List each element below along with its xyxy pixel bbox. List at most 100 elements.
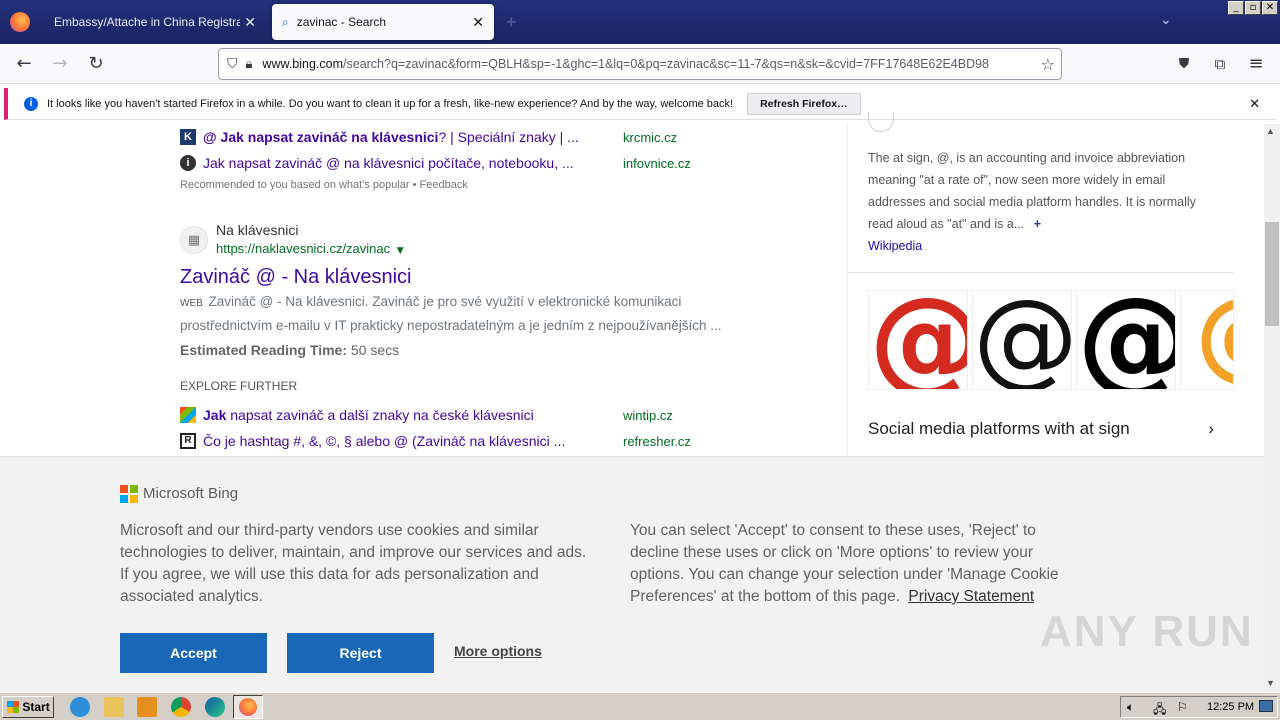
- network-icon[interactable]: 🖧: [1153, 700, 1166, 721]
- site-favicon-icon: ▦: [180, 226, 208, 254]
- firefox-menu-icon[interactable]: [10, 12, 30, 32]
- firefox-icon: [239, 698, 257, 716]
- privacy-statement-link[interactable]: Privacy Statement: [908, 588, 1034, 605]
- internet-explorer-icon[interactable]: [70, 697, 90, 717]
- chrome-icon[interactable]: [171, 697, 191, 717]
- nav-bar: ← → ↻ ⛉ 🔒︎ www.bing.com /search?q=zavina…: [0, 44, 1280, 84]
- site-name: Na klávesnici: [216, 222, 299, 238]
- close-tab-icon[interactable]: ✕: [244, 14, 256, 31]
- microsoft-logo-icon: [120, 485, 138, 503]
- result-link-rest: napsat zavináč a další znaky na české kl…: [226, 407, 534, 423]
- related-topic-link[interactable]: Social media platforms with at sign ›: [868, 419, 1214, 439]
- info-circle-icon: i: [180, 155, 196, 171]
- lock-icon[interactable]: 🔒︎: [246, 57, 253, 72]
- wikipedia-link[interactable]: Wikipedia: [868, 239, 922, 253]
- folder-icon[interactable]: [104, 697, 124, 717]
- start-label: Start: [22, 700, 50, 714]
- clock[interactable]: 12:25 PM: [1207, 701, 1254, 713]
- site-url[interactable]: https://naklavesnici.cz/zavinac ▼: [216, 241, 404, 256]
- refresh-firefox-button[interactable]: Refresh Firefox…: [747, 92, 861, 115]
- reading-time: Estimated Reading Time: 50 secs: [180, 342, 399, 358]
- result-source: infovnice.cz: [623, 156, 691, 171]
- panel-divider: [848, 272, 1234, 273]
- firefox-taskbar-button[interactable]: [233, 695, 263, 719]
- forward-arrow-icon[interactable]: →: [48, 52, 72, 76]
- brand-name: Microsoft Bing: [143, 485, 239, 502]
- reading-time-value: 50 secs: [350, 342, 400, 358]
- reject-button[interactable]: Reject: [287, 633, 434, 673]
- panel-description-text: The at sign, @, is an accounting and inv…: [868, 151, 1196, 231]
- maximize-button[interactable]: ▫: [1245, 1, 1261, 15]
- close-icon[interactable]: ✕: [1249, 96, 1260, 112]
- expand-plus-icon[interactable]: +: [1034, 217, 1041, 231]
- result-link[interactable]: Jak napsat zavináč @ na klávesnici počít…: [203, 155, 574, 171]
- start-button[interactable]: Start: [2, 696, 54, 718]
- hamburger-menu-icon[interactable]: ≡: [1244, 52, 1268, 76]
- snippet-line-2: prostřednictvím e-mailu v IT prakticky n…: [180, 318, 722, 333]
- result-snippet: WEB Zavináč @ - Na klávesnici. Zavináč j…: [180, 291, 780, 337]
- result-link[interactable]: Jak napsat zavináč a další znaky na česk…: [203, 407, 534, 423]
- accept-button[interactable]: Accept: [120, 633, 267, 673]
- wintip-favicon-icon: [180, 407, 196, 423]
- tab-zavinac-search[interactable]: ⌕ zavinac - Search ✕: [272, 4, 494, 40]
- result-link-rest: Čo je hashtag #, &, ©, § alebo @ (Zaviná…: [203, 433, 566, 449]
- close-tab-icon[interactable]: ✕: [472, 14, 484, 31]
- related-topic-label: Social media platforms with at sign: [868, 419, 1130, 438]
- extensions-icon[interactable]: ⧉: [1208, 52, 1232, 76]
- url-bar[interactable]: ⛉ 🔒︎ www.bing.com /search?q=zavinac&form…: [218, 48, 1062, 80]
- result-link-bold: @ Jak napsat zavináč na klávesnici: [203, 129, 439, 145]
- page-scrollbar[interactable]: ▲ ▼: [1264, 124, 1280, 692]
- chevron-right-icon: ›: [1208, 419, 1214, 438]
- result-source: refresher.cz: [623, 434, 691, 449]
- tab-label: Embassy/Attache in China Registration: [54, 15, 240, 29]
- snippet-line-1: Zavináč @ - Na klávesnici. Zavináč je pr…: [208, 294, 682, 309]
- volume-icon[interactable]: 🔈︎: [1127, 700, 1134, 715]
- chevron-down-icon[interactable]: ⌄: [1160, 12, 1172, 28]
- flag-icon[interactable]: ⚐: [1177, 700, 1188, 714]
- new-tab-icon[interactable]: +: [506, 12, 517, 33]
- edge-icon[interactable]: [205, 697, 225, 717]
- caret-down-icon[interactable]: ▼: [397, 246, 404, 256]
- more-options-link[interactable]: More options: [454, 643, 542, 659]
- at-sign-image-bold[interactable]: @: [1076, 290, 1176, 390]
- result-title-link[interactable]: Zavináč @ - Na klávesnici: [180, 266, 411, 289]
- result-link-bold: Jak: [203, 407, 227, 423]
- scroll-up-arrow-icon[interactable]: ▲: [1266, 126, 1275, 136]
- reload-icon[interactable]: ↻: [84, 52, 108, 76]
- at-sign-image-red[interactable]: @: [868, 290, 968, 390]
- panel-icon: [868, 112, 894, 132]
- recommended-note[interactable]: Recommended to you based on what's popul…: [180, 179, 468, 191]
- close-window-button[interactable]: ✕: [1262, 1, 1278, 15]
- back-arrow-icon[interactable]: ←: [12, 52, 36, 76]
- at-sign-image-outline[interactable]: @: [972, 290, 1072, 390]
- reading-time-label: Estimated Reading Time:: [180, 342, 348, 358]
- windows-taskbar: Start 🔈︎ 🖧 ⚐ 12:25 PM: [0, 692, 1280, 720]
- panel-description: The at sign, @, is an accounting and inv…: [868, 147, 1218, 235]
- pocket-icon[interactable]: ⛊: [1172, 52, 1196, 76]
- tab-label: zavinac - Search: [296, 15, 387, 29]
- cookie-text-left: Microsoft and our third-party vendors us…: [120, 522, 587, 605]
- at-sign-image-orange[interactable]: @: [1180, 290, 1234, 390]
- info-icon: i: [24, 96, 38, 111]
- system-tray: 🔈︎ 🖧 ⚐ 12:25 PM: [1120, 696, 1278, 718]
- tab-embassy[interactable]: Embassy/Attache in China Registration ✕: [44, 4, 266, 40]
- notification-text: It looks like you haven't started Firefo…: [47, 97, 734, 110]
- krcmic-favicon-icon: K: [180, 129, 196, 145]
- scroll-thumb[interactable]: [1265, 222, 1279, 326]
- result-link[interactable]: Čo je hashtag #, &, ©, § alebo @ (Zaviná…: [203, 433, 565, 449]
- site-url-text: https://naklavesnici.cz/zavinac: [216, 241, 391, 256]
- windows-flag-icon: [7, 701, 19, 713]
- anyrun-watermark: ANY RUN: [1040, 607, 1254, 656]
- show-desktop-icon[interactable]: [1259, 700, 1273, 712]
- cookie-consent-banner: Microsoft Bing Microsoft and our third-p…: [0, 456, 1264, 692]
- result-link[interactable]: @ Jak napsat zavináč na klávesnici? | Sp…: [203, 129, 579, 145]
- result-source: krcmic.cz: [623, 130, 678, 145]
- media-player-icon[interactable]: [137, 697, 157, 717]
- scroll-down-arrow-icon[interactable]: ▼: [1266, 678, 1275, 688]
- result-link-rest: Jak napsat zavináč @ na klávesnici počít…: [203, 155, 574, 171]
- knowledge-panel: The at sign, @, is an accounting and inv…: [847, 112, 1234, 464]
- bookmark-star-icon[interactable]: ☆: [1040, 55, 1055, 74]
- minimize-button[interactable]: _: [1228, 1, 1244, 15]
- shield-icon[interactable]: ⛉: [227, 56, 238, 72]
- result-source: wintip.cz: [623, 408, 673, 423]
